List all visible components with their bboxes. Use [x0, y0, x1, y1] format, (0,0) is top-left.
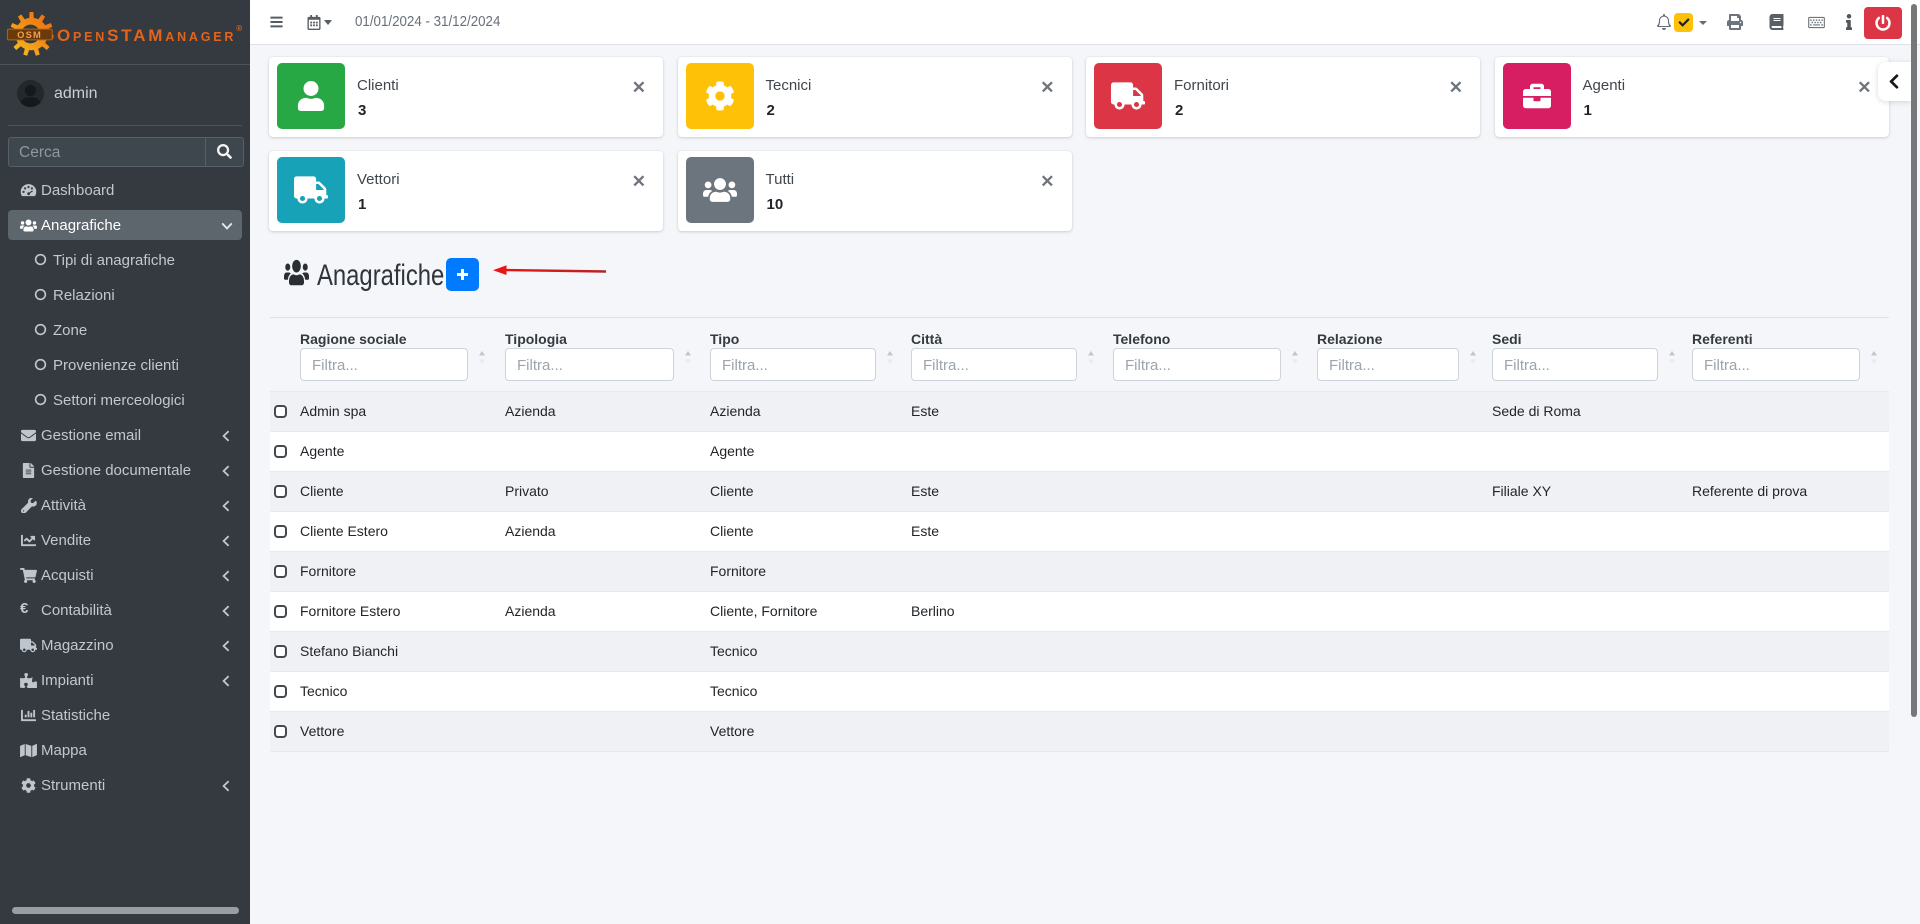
svg-text:OSM: OSM [17, 30, 42, 40]
